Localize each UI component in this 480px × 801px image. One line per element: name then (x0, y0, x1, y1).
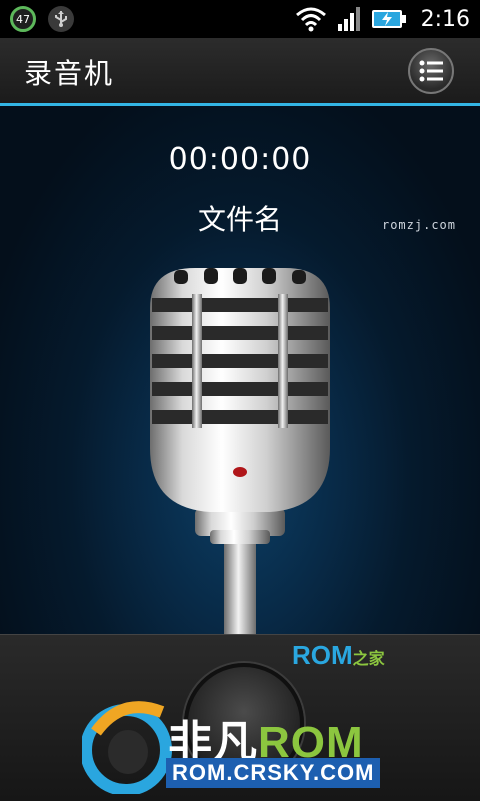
status-time: 2:16 (420, 6, 470, 32)
menu-button[interactable] (408, 48, 454, 94)
recording-timer: 00:00:00 (168, 142, 312, 177)
action-bar: 录音机 (0, 38, 480, 106)
app-title: 录音机 (24, 57, 115, 90)
status-bar: 47 2:16 (0, 0, 480, 38)
rom-logo-suffix: 之家 (352, 651, 385, 668)
status-left-icons: 47 (10, 6, 74, 32)
rom-zhijia-logo: ROM之家 (292, 640, 385, 671)
romzj-watermark: romzj.com (381, 218, 456, 232)
recorder-stage: 00:00:00 文件名 romzj.com (0, 106, 480, 634)
battery-level-text: 47 (16, 12, 30, 26)
charging-battery-icon (371, 10, 406, 28)
list-menu-icon (419, 60, 443, 82)
rom-logo-text: ROM (292, 640, 353, 670)
wifi-icon (295, 7, 326, 32)
battery-level-icon: 47 (10, 6, 36, 32)
status-right-icons: 2:16 (295, 4, 470, 34)
microphone-illustration (150, 268, 330, 634)
usb-icon (48, 6, 74, 32)
signal-icon (337, 7, 360, 31)
crsky-url: ROM.CRSKY.COM (166, 758, 381, 788)
